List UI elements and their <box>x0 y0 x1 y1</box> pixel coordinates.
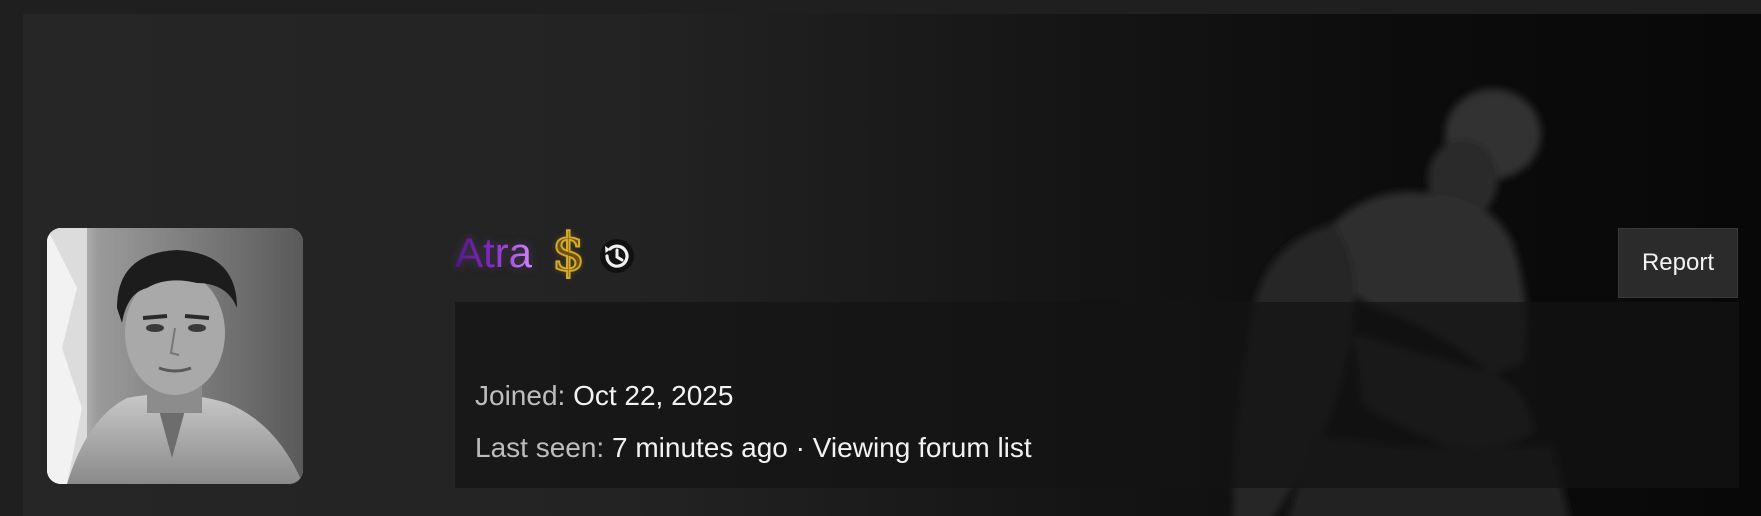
dollar-sign-icon[interactable]: $ <box>551 226 586 280</box>
joined-label: Joined: <box>475 380 566 411</box>
last-seen-time: 7 minutes ago <box>611 432 788 463</box>
profile-page: Atra $ Report Joined: Oct 22, 2025 Last … <box>0 0 1761 516</box>
joined-line: Joined: Oct 22, 2025 <box>475 382 733 410</box>
avatar[interactable] <box>47 228 303 484</box>
last-seen-line: Last seen: 7 minutes ago · Viewing forum… <box>475 434 1032 462</box>
separator: · <box>795 432 805 463</box>
username-row: Atra $ <box>455 222 635 284</box>
joined-date: Oct 22, 2025 <box>573 380 734 411</box>
history-icon[interactable] <box>599 238 635 274</box>
profile-info-panel: Joined: Oct 22, 2025 Last seen: 7 minute… <box>455 302 1739 488</box>
activity-link[interactable]: Viewing forum list <box>813 432 1032 463</box>
last-seen-label: Last seen: <box>475 432 605 463</box>
report-button[interactable]: Report <box>1618 228 1738 298</box>
username[interactable]: Atra <box>455 232 532 274</box>
avatar-photo <box>47 228 303 484</box>
